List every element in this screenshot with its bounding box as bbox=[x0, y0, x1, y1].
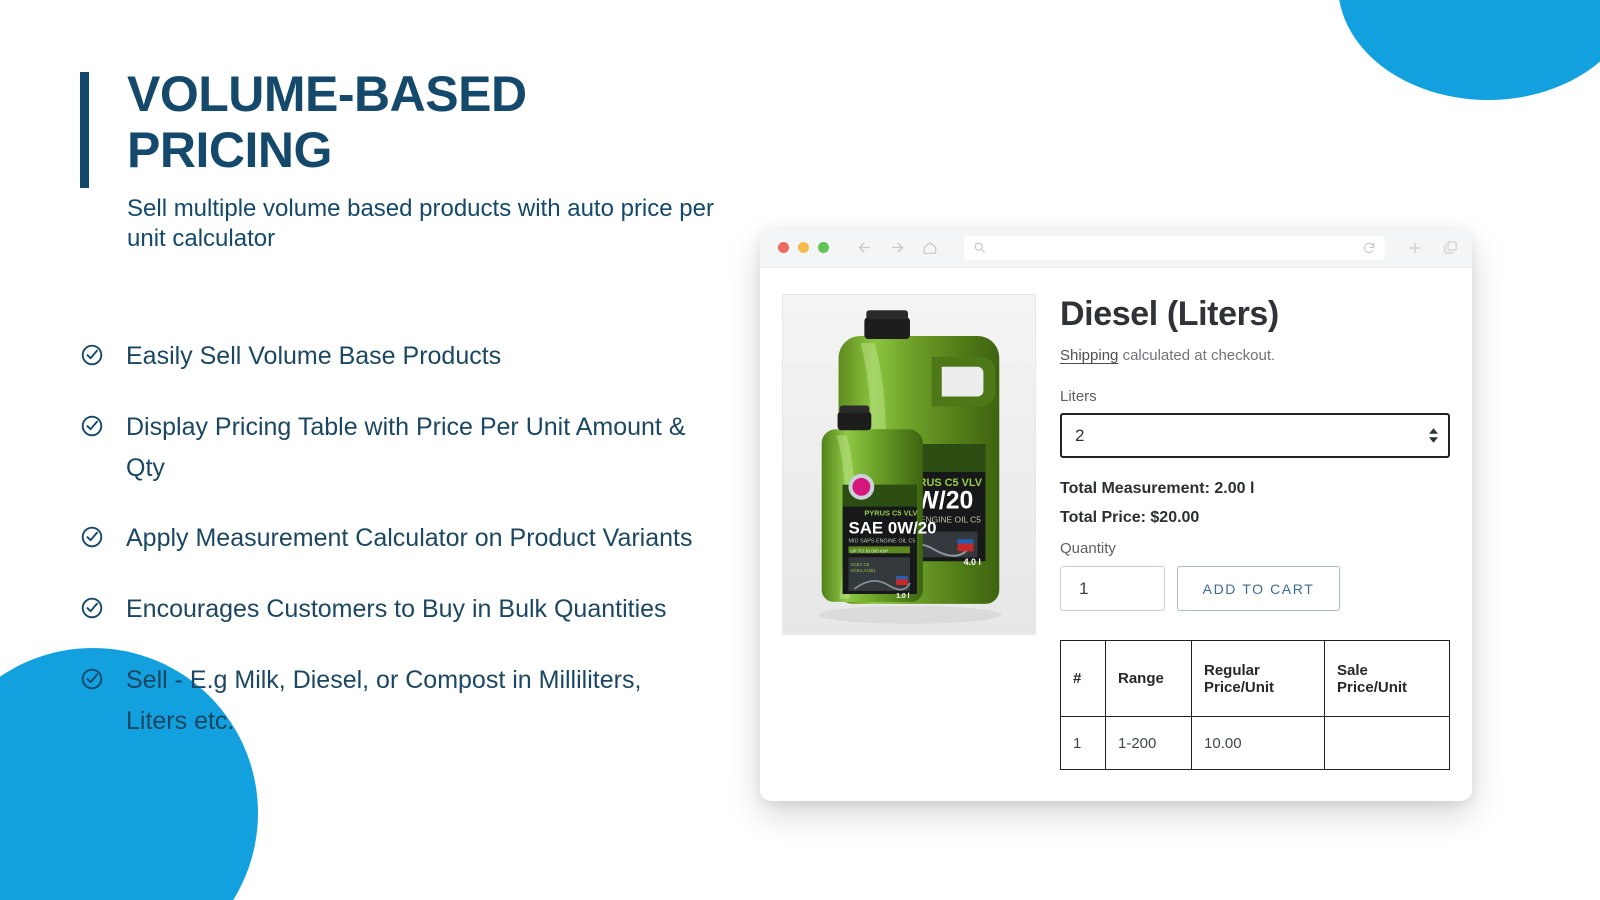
list-item: Encourages Customers to Buy in Bulk Quan… bbox=[80, 589, 740, 630]
feature-text: Apply Measurement Calculator on Product … bbox=[126, 524, 693, 553]
title-block: VOLUME-BASED PRICING Sell multiple volum… bbox=[80, 66, 740, 254]
close-window-button[interactable] bbox=[778, 242, 789, 253]
product-image[interactable]: PYRUS C5 VLV E 0W/20 HID SAPS ENGINE OIL… bbox=[782, 294, 1036, 635]
column-header-sale: Sale Price/Unit bbox=[1324, 640, 1450, 718]
feature-list: Easily Sell Volume Base Products Display… bbox=[80, 336, 740, 741]
total-measurement: Total Measurement: 2.00 l bbox=[1060, 480, 1255, 498]
home-icon[interactable] bbox=[922, 240, 938, 256]
pricing-table: # Range Regular Price/Unit Sale Price/Un… bbox=[1060, 640, 1450, 771]
address-bar[interactable] bbox=[964, 235, 1385, 260]
page-title: VOLUME-BASED PRICING bbox=[127, 66, 527, 178]
quantity-input[interactable]: 1 bbox=[1060, 566, 1165, 612]
browser-right-icons bbox=[1407, 240, 1458, 256]
list-item: Display Pricing Table with Price Per Uni… bbox=[80, 407, 740, 489]
browser-window-mockup: PYRUS C5 VLV E 0W/20 HID SAPS ENGINE OIL… bbox=[760, 228, 1472, 801]
svg-text:MID SAPS ENGINE OIL C5: MID SAPS ENGINE OIL C5 bbox=[848, 538, 915, 544]
product-page-content: PYRUS C5 VLV E 0W/20 HID SAPS ENGINE OIL… bbox=[760, 268, 1472, 771]
cell-sale bbox=[1324, 716, 1450, 771]
browser-nav-icons bbox=[856, 239, 938, 256]
product-details: Diesel (Liters) Shipping calculated at c… bbox=[1060, 294, 1450, 771]
svg-text:4.0 l: 4.0 l bbox=[964, 557, 981, 567]
browser-toolbar bbox=[760, 228, 1472, 268]
reload-icon[interactable] bbox=[1362, 241, 1376, 255]
cell-regular: 10.00 bbox=[1191, 716, 1325, 771]
decorative-blob-top-right bbox=[1338, 0, 1600, 100]
check-circle-icon bbox=[80, 525, 104, 549]
stepper-up-icon bbox=[1429, 428, 1438, 435]
list-item: Apply Measurement Calculator on Product … bbox=[80, 518, 740, 559]
cell-number: 1 bbox=[1060, 716, 1106, 771]
number-stepper[interactable] bbox=[1429, 428, 1438, 444]
list-item: Easily Sell Volume Base Products bbox=[80, 336, 740, 377]
svg-text:UP TO 30.000 KM*: UP TO 30.000 KM* bbox=[850, 548, 888, 553]
table-header-row: # Range Regular Price/Unit Sale Price/Un… bbox=[1060, 640, 1450, 718]
maximize-window-button[interactable] bbox=[818, 242, 829, 253]
purchase-controls: 1 ADD TO CART bbox=[1060, 566, 1450, 612]
table-row: 1 1-200 10.00 bbox=[1060, 716, 1450, 771]
left-content-column: VOLUME-BASED PRICING Sell multiple volum… bbox=[80, 66, 740, 771]
tabs-icon[interactable] bbox=[1443, 240, 1458, 255]
check-circle-icon bbox=[80, 667, 104, 691]
svg-text:SAE 0W/20: SAE 0W/20 bbox=[848, 518, 936, 537]
check-circle-icon bbox=[80, 343, 104, 367]
svg-text:PYRUS C5 VLV: PYRUS C5 VLV bbox=[864, 509, 917, 518]
liters-input[interactable]: 2 bbox=[1060, 413, 1450, 459]
product-title: Diesel (Liters) bbox=[1060, 295, 1279, 333]
feature-text: Encourages Customers to Buy in Bulk Quan… bbox=[126, 595, 667, 623]
title-accent-bar bbox=[80, 72, 89, 188]
liters-field-label: Liters bbox=[1060, 388, 1097, 406]
column-header-number: # bbox=[1060, 640, 1106, 718]
slide-canvas: VOLUME-BASED PRICING Sell multiple volum… bbox=[0, 0, 1600, 900]
stepper-down-icon bbox=[1429, 437, 1438, 444]
feature-text: Sell - E.g Milk, Diesel, or Compost in M… bbox=[126, 665, 642, 735]
back-arrow-icon[interactable] bbox=[856, 239, 873, 256]
add-to-cart-button[interactable]: ADD TO CART bbox=[1177, 566, 1340, 612]
svg-text:ACEA C5: ACEA C5 bbox=[850, 562, 869, 567]
page-subtitle: Sell multiple volume based products with… bbox=[127, 195, 714, 252]
svg-text:ACEA A1/B1: ACEA A1/B1 bbox=[850, 568, 876, 573]
shipping-note: Shipping calculated at checkout. bbox=[1060, 347, 1450, 364]
column-header-regular: Regular Price/Unit bbox=[1191, 640, 1325, 718]
column-header-range: Range bbox=[1105, 640, 1192, 718]
feature-text: Display Pricing Table with Price Per Uni… bbox=[126, 412, 686, 482]
liters-input-value[interactable]: 2 bbox=[1075, 426, 1429, 446]
list-item: Sell - E.g Milk, Diesel, or Compost in M… bbox=[80, 660, 740, 742]
plus-icon[interactable] bbox=[1407, 240, 1423, 256]
quantity-label: Quantity bbox=[1060, 540, 1116, 558]
cell-range: 1-200 bbox=[1105, 716, 1192, 771]
shipping-note-text: calculated at checkout. bbox=[1122, 347, 1276, 365]
total-price: Total Price: $20.00 bbox=[1060, 509, 1200, 527]
svg-text:1.0 l: 1.0 l bbox=[896, 593, 910, 600]
check-circle-icon bbox=[80, 596, 104, 620]
forward-arrow-icon[interactable] bbox=[889, 239, 906, 256]
shipping-link[interactable]: Shipping bbox=[1060, 347, 1118, 364]
minimize-window-button[interactable] bbox=[798, 242, 809, 253]
check-circle-icon bbox=[80, 414, 104, 438]
window-traffic-lights bbox=[778, 242, 829, 253]
search-icon bbox=[973, 241, 986, 254]
feature-text: Easily Sell Volume Base Products bbox=[126, 342, 502, 370]
